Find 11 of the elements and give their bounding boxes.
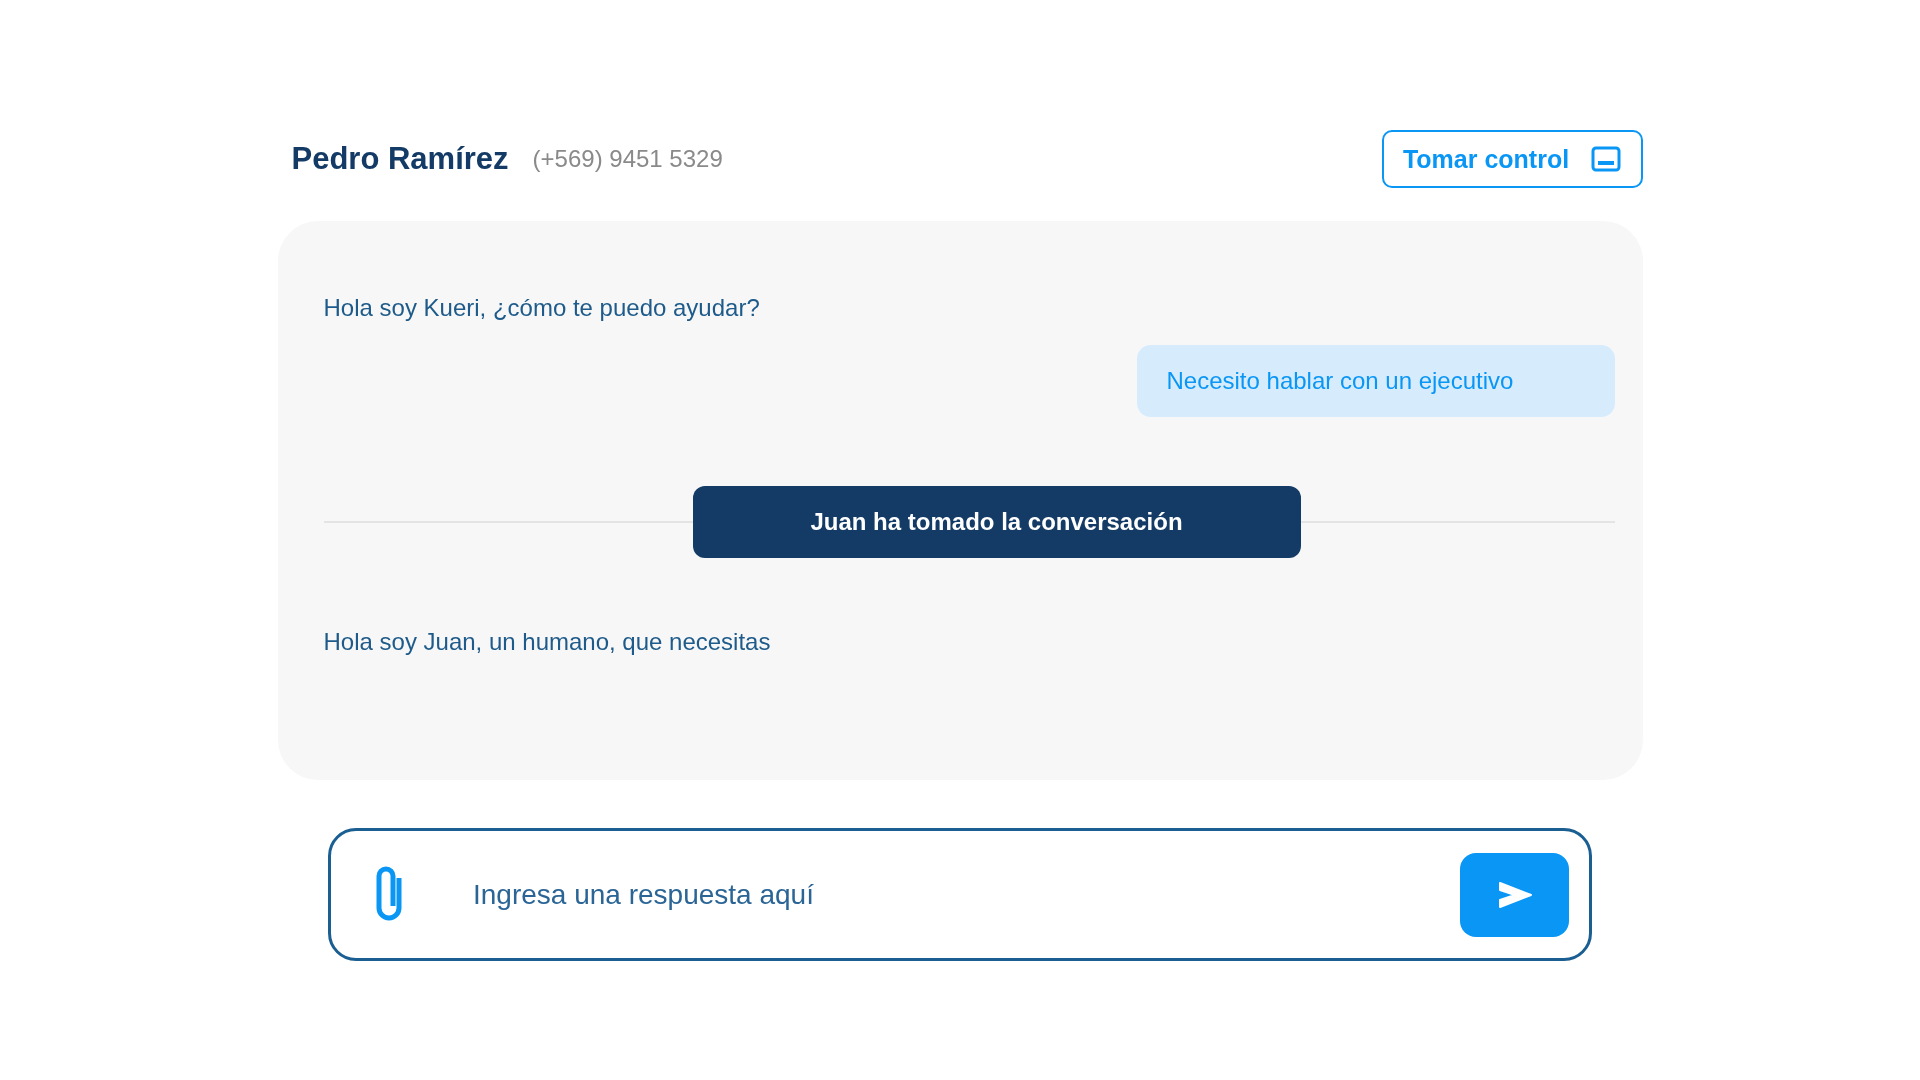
send-button[interactable]	[1460, 852, 1569, 937]
bot-message: Hola soy Kueri, ¿cómo te puedo ayudar?	[323, 293, 761, 323]
bot-message: Hola soy Juan, un humano, que necesitas	[323, 627, 772, 657]
take-control-button[interactable]: Tomar control	[1381, 130, 1643, 188]
contact-name: Pedro Ramírez	[291, 141, 509, 177]
reply-input[interactable]: Ingresa una respuesta aquí	[471, 877, 1460, 912]
contact-phone: (+569) 9451 5329	[532, 145, 723, 173]
user-message-bubble: Necesito hablar con un ejecutivo	[1136, 345, 1615, 417]
takeover-notice: Juan ha tomado la conversación	[692, 486, 1301, 558]
window-icon	[1591, 146, 1622, 172]
send-icon	[1496, 879, 1533, 910]
